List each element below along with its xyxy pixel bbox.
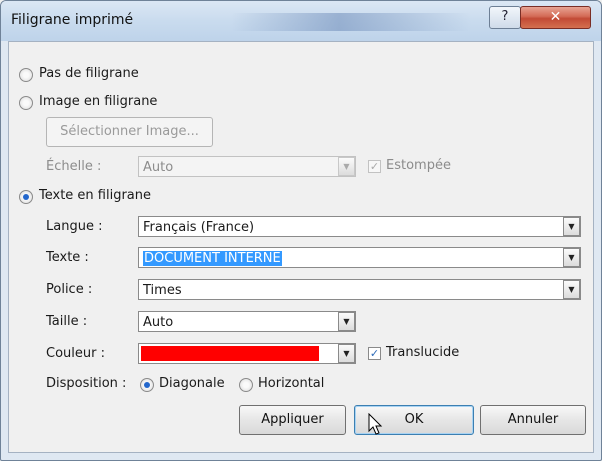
size-combobox[interactable]: Auto [138, 311, 356, 332]
horizontal-label[interactable]: Horizontal [258, 376, 324, 391]
close-icon: ✕ [549, 9, 562, 25]
washout-label: Estompée [386, 158, 451, 173]
title-bar[interactable]: Filigrane imprimé ? ✕ [1, 1, 601, 41]
help-icon: ? [501, 9, 509, 24]
diagonal-label[interactable]: Diagonale [159, 376, 225, 391]
check-icon: ✓ [369, 160, 380, 173]
language-dropdown-button[interactable]: ▼ [563, 217, 580, 236]
size-dropdown-button[interactable]: ▼ [338, 312, 355, 331]
text-watermark-radio[interactable] [19, 190, 33, 204]
chevron-down-icon: ▼ [568, 222, 575, 231]
color-swatch [141, 346, 319, 361]
chevron-down-icon: ▼ [343, 162, 350, 171]
washout-checkbox[interactable]: ✓ [368, 160, 381, 173]
chevron-down-icon: ▼ [568, 285, 575, 294]
title-decoration [231, 13, 471, 31]
language-value: Français (France) [143, 220, 255, 235]
font-dropdown-button[interactable]: ▼ [563, 280, 580, 299]
chevron-down-icon: ▼ [343, 317, 350, 326]
dialog-title: Filigrane imprimé [11, 12, 134, 28]
translucent-label[interactable]: Translucide [386, 345, 459, 360]
apply-button[interactable]: Appliquer [239, 405, 346, 435]
diagonal-radio[interactable] [140, 378, 154, 392]
scale-label: Échelle : [46, 159, 102, 174]
color-label: Couleur : [46, 346, 105, 361]
scale-dropdown-button[interactable]: ▼ [338, 157, 355, 176]
text-label: Texte : [46, 250, 89, 265]
image-watermark-radio[interactable] [19, 96, 33, 110]
text-watermark-label[interactable]: Texte en filigrane [39, 188, 151, 203]
text-value: DOCUMENT INTERNE [143, 251, 282, 266]
font-value: Times [143, 283, 182, 298]
text-combobox[interactable]: DOCUMENT INTERNE [138, 247, 581, 268]
select-image-button[interactable]: Sélectionner Image... [46, 117, 213, 147]
layout-label: Disposition : [46, 376, 127, 391]
font-label: Police : [46, 282, 93, 297]
no-watermark-label[interactable]: Pas de filigrane [39, 66, 139, 81]
no-watermark-radio[interactable] [19, 68, 33, 82]
language-select[interactable]: Français (France) [138, 216, 581, 237]
horizontal-radio[interactable] [239, 378, 253, 392]
cancel-button[interactable]: Annuler [480, 405, 586, 435]
mouse-cursor-icon [368, 413, 383, 435]
color-select[interactable] [138, 343, 356, 364]
scale-select[interactable]: Auto [138, 156, 356, 177]
scale-value: Auto [143, 160, 174, 175]
chevron-down-icon: ▼ [568, 253, 575, 262]
text-dropdown-button[interactable]: ▼ [563, 248, 580, 267]
color-dropdown-button[interactable]: ▼ [338, 344, 355, 363]
check-icon: ✓ [369, 347, 380, 360]
translucent-checkbox[interactable]: ✓ [368, 347, 381, 360]
size-label: Taille : [46, 314, 88, 329]
chevron-down-icon: ▼ [343, 349, 350, 358]
watermark-dialog: Filigrane imprimé ? ✕ Pas de filigrane I… [0, 0, 602, 461]
size-value: Auto [143, 315, 174, 330]
close-button[interactable]: ✕ [520, 6, 591, 29]
dialog-body: Pas de filigrane Image en filigrane Séle… [8, 41, 594, 453]
image-watermark-label[interactable]: Image en filigrane [39, 94, 157, 109]
font-combobox[interactable]: Times [138, 279, 581, 300]
language-label: Langue : [46, 219, 103, 234]
help-button[interactable]: ? [489, 6, 521, 29]
